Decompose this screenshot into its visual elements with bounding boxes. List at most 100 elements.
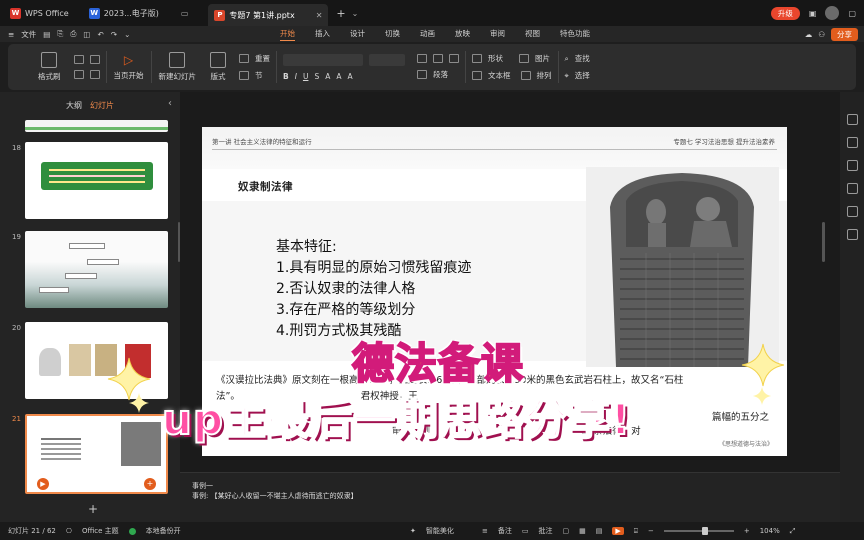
highlight-icon[interactable]: A [336,72,341,81]
bullets-icon[interactable] [417,54,427,63]
image-button[interactable]: 图片 [535,53,550,64]
new-slide-button[interactable]: 新建幻灯片 [152,52,204,82]
font-family-select[interactable] [283,53,363,66]
animation-pane-icon[interactable] [846,137,858,148]
menu-file[interactable]: 文件 [21,29,36,40]
smart-beautify-button[interactable]: 智能美化 [426,526,454,536]
redo-icon[interactable]: ↷ [111,30,117,39]
sorter-view-icon[interactable]: ▦ [579,527,586,535]
play-from-current-button[interactable]: ▷ 当页开始 [107,53,151,81]
numbering-icon[interactable] [433,54,443,63]
cut-icon[interactable] [89,55,100,64]
chevron-down-icon[interactable]: ⌄ [124,30,130,39]
format-painter-button[interactable]: 格式刷 [8,52,68,82]
minimize-icon[interactable]: ▢ [848,9,856,18]
preview-icon[interactable]: ◫ [83,30,90,39]
tab-slideshow[interactable]: 放映 [455,28,470,41]
textbox-button[interactable]: 文本框 [488,70,511,81]
tab-review[interactable]: 审阅 [490,28,505,41]
notes-toggle-button[interactable]: 备注 [498,526,512,536]
copy-icon[interactable] [73,55,84,64]
play-slideshow-icon[interactable]: ▶ [612,527,624,535]
transition-pane-icon[interactable] [846,160,858,171]
hamburger-icon[interactable]: ≡ [8,30,14,39]
tab-animation[interactable]: 动画 [420,28,435,41]
italic-icon[interactable]: I [295,72,297,81]
design-pane-icon[interactable] [846,183,858,194]
tab-design[interactable]: 设计 [350,28,365,41]
fit-window-icon[interactable]: ⤢ [790,527,796,536]
share-button[interactable]: 分享 [831,27,858,41]
avatar[interactable] [825,6,840,20]
underline-icon[interactable]: U [303,72,309,81]
close-tab-icon[interactable]: ✕ [316,11,323,20]
properties-icon[interactable] [846,114,858,125]
tab-document[interactable]: W 2023...电子版) ▭ [83,2,195,24]
normal-view-icon[interactable]: ▢ [563,527,570,535]
font-color-icon[interactable]: A [325,72,330,81]
layout-button[interactable]: 版式 [203,52,233,82]
shape-button[interactable]: 形状 [488,53,503,64]
section-button[interactable]: 节 [255,70,263,81]
tab-wps-home[interactable]: W WPS Office [0,2,75,24]
slide-thumbnail-17[interactable] [25,120,168,132]
slide-thumbnail-19[interactable] [25,231,168,308]
editor-scrollbar[interactable] [822,222,825,262]
undo-icon[interactable]: ↶ [97,30,103,39]
arrange-button[interactable]: 排列 [537,70,552,81]
zoom-level[interactable]: 104% [760,527,780,535]
reading-view-icon[interactable]: ▤ [596,527,603,535]
zoom-slider[interactable] [663,527,734,535]
features-list[interactable]: 基本特征: 1.具有明显的原始习惯残留痕迹 2.否认奴隶的法律人格 3.存在严格… [276,237,471,342]
save-icon[interactable]: ▤ [43,30,50,39]
hammurabi-stele-image[interactable] [586,167,779,367]
tab-insert[interactable]: 插入 [315,28,330,41]
export-icon[interactable]: ⎘ [57,29,63,39]
font-size-select[interactable] [369,53,405,66]
print-icon[interactable]: ⎙ [70,29,76,39]
find-button[interactable]: 查找 [575,53,590,64]
zoom-in-icon[interactable]: + [744,527,750,535]
comment-toggle-button[interactable]: 批注 [539,526,553,536]
user-icon[interactable]: ⚇ [818,30,825,39]
bold-icon[interactable]: B [283,72,289,81]
layout-icon[interactable]: ▣ [809,9,817,18]
tab-home[interactable]: 开始 [280,28,295,41]
slide-thumbnail-18[interactable] [25,142,168,219]
paragraph-button[interactable]: 段落 [433,69,448,80]
select-button[interactable]: 选择 [575,70,590,81]
cloud-icon[interactable]: ☁ [805,30,813,39]
notes-pane[interactable]: 事例一 事例: 【某好心人收留一不堪主人虐待而逃亡的奴隶】 [180,472,840,522]
presenter-icon[interactable]: ⌹ [634,527,638,536]
tab-special[interactable]: 特色功能 [560,28,590,41]
backup-status[interactable]: 本地备份开 [146,526,181,536]
comment-pane-icon[interactable] [846,206,858,217]
text-effect-icon[interactable]: A [347,72,352,81]
upgrade-button[interactable]: 升级 [770,6,800,20]
slide-title[interactable]: 奴隶制法律 [238,179,293,194]
indent-icon[interactable] [449,54,459,63]
chevron-down-icon[interactable]: ⌄ [352,9,359,18]
new-tab-icon[interactable]: + [336,7,345,20]
play-badge-icon[interactable]: ▶ [37,478,49,490]
monitor-icon[interactable]: ▭ [181,9,189,18]
add-badge-icon[interactable]: + [144,478,156,490]
tab-view[interactable]: 视图 [525,28,540,41]
tab-presentation[interactable]: P 专题7 第1讲.pptx ✕ [208,4,329,26]
paste-icon[interactable] [73,70,84,79]
tab-transition[interactable]: 切换 [385,28,400,41]
tab-outline[interactable]: 大纲 [66,100,82,111]
align-icon[interactable] [417,70,427,79]
slide-thumbnail-21-active[interactable]: ▶ + [25,414,168,494]
strike-icon[interactable]: S [314,72,319,81]
more-pane-icon[interactable] [846,229,858,240]
theme-name[interactable]: Office 主题 [82,526,119,536]
zoom-slider-thumb[interactable] [701,527,708,535]
zoom-out-icon[interactable]: − [648,527,654,535]
brush-icon[interactable] [89,70,100,79]
collapse-sidebar-icon[interactable]: ‹ [168,98,172,109]
add-slide-icon[interactable]: + [88,502,98,516]
tab-slides[interactable]: 幻灯片 [90,100,114,111]
reset-button[interactable]: 重置 [255,53,270,64]
word-doc-icon: W [88,7,100,19]
